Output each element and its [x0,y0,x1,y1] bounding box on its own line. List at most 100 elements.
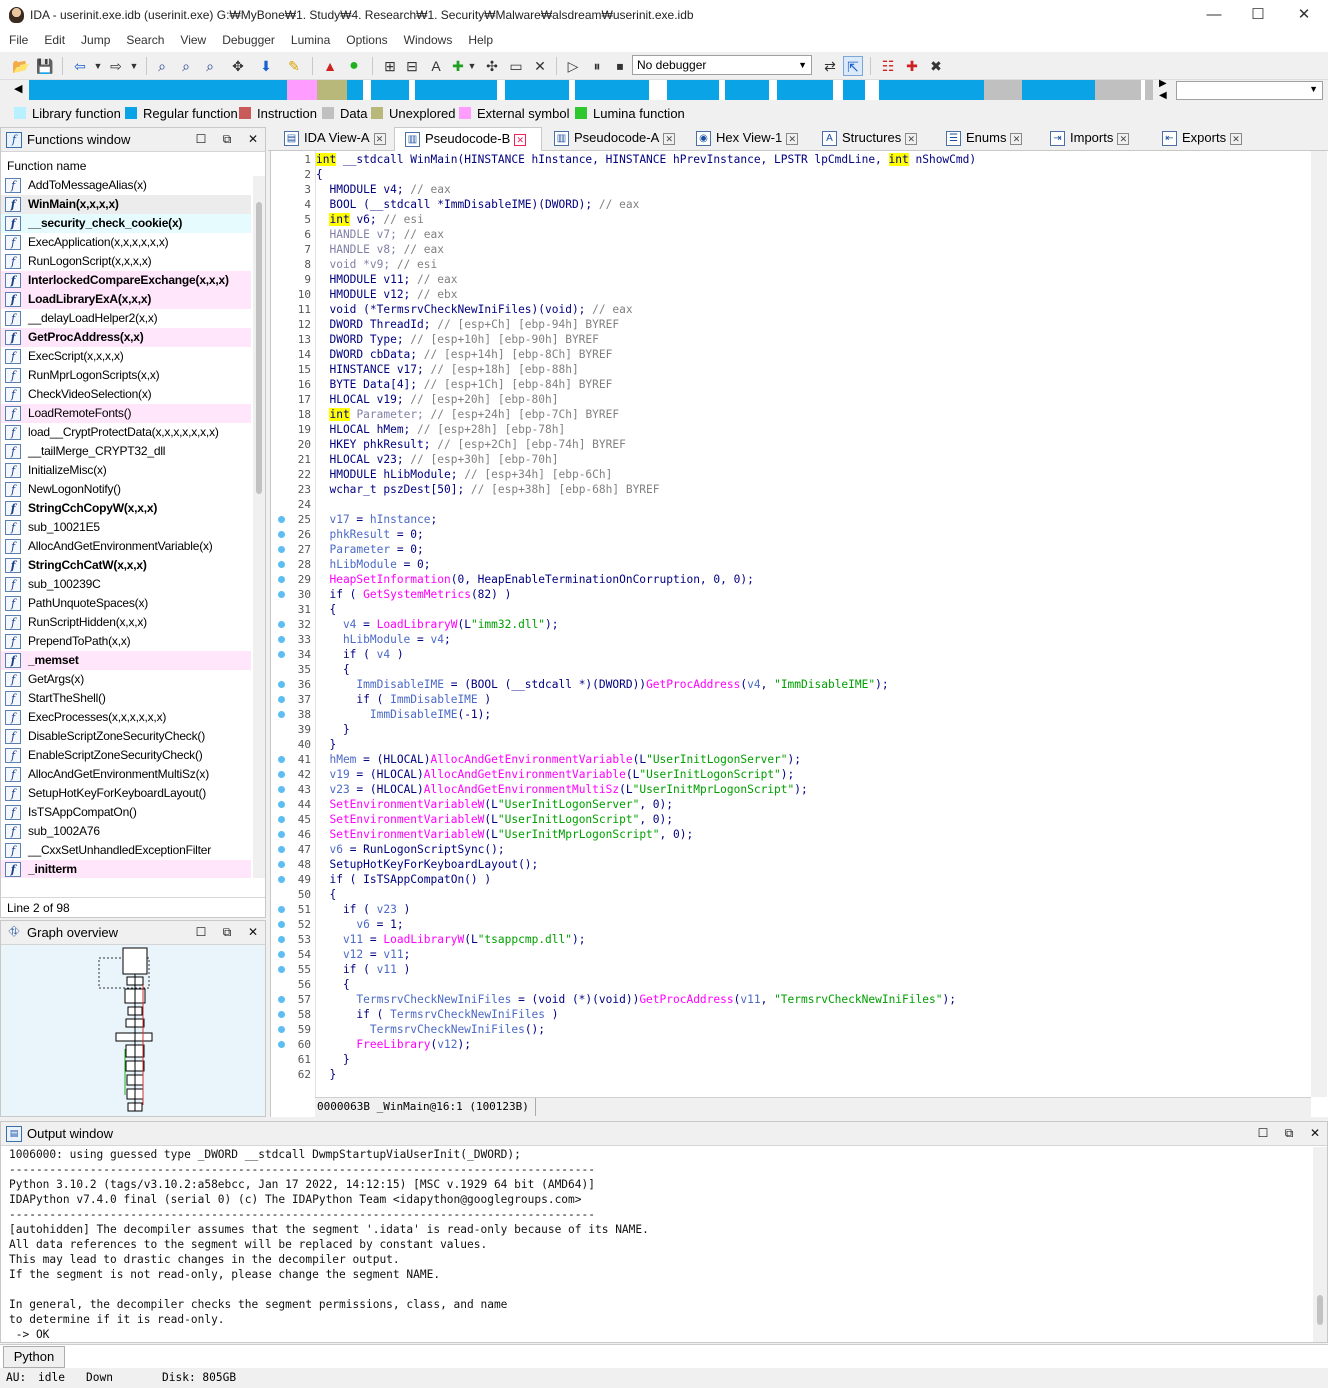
breakpoint-dot-icon[interactable] [278,936,285,943]
breakpoint-dot-icon[interactable] [278,816,285,823]
function-list-item[interactable]: f NewLogonNotify() [1,480,251,499]
breakpoint-dot-icon[interactable] [278,876,285,883]
code-line[interactable]: SetupHotKeyForKeyboardLayout(); [316,857,538,872]
code-line[interactable]: } [316,722,350,737]
close-panel-icon[interactable]: ✕ [1307,1125,1323,1141]
code-line[interactable]: v4 = LoadLibraryW(L"imm32.dll"); [316,617,559,632]
code-line[interactable]: HLOCAL v19; // [esp+20h] [ebp-80h] [316,392,558,407]
list-icon[interactable]: ☷ [878,56,898,76]
open-icon[interactable]: 📂 [11,56,31,76]
code-line[interactable]: { [316,662,350,677]
code-line[interactable]: if ( GetSystemMetrics(82) ) [316,587,511,602]
breakpoint-icon[interactable]: ✚ [902,56,922,76]
function-list-item[interactable]: f StartTheShell() [1,689,251,708]
code-line[interactable]: { [316,977,350,992]
tab-close-icon[interactable]: ✕ [905,133,918,145]
data-icon[interactable]: ⊟ [402,56,422,76]
code-line[interactable]: { [316,887,336,902]
breakpoint-dot-icon[interactable] [278,921,285,928]
code-line[interactable]: int v6; // esi [316,212,424,227]
function-list-item[interactable]: f IsTSAppCompatOn() [1,803,251,822]
float-panel-icon[interactable]: ⧉ [219,131,235,147]
code-line[interactable]: HeapSetInformation(0, HeapEnableTerminat… [316,572,753,587]
breakpoint-dot-icon[interactable] [278,546,285,553]
code-line[interactable]: { [316,167,323,182]
function-list-item[interactable]: f InterlockedCompareExchange(x,x,x) [1,271,251,290]
code-line[interactable]: Parameter = 0; [316,542,423,557]
close-panel-icon[interactable]: ✕ [245,924,261,940]
breakpoint-dot-icon[interactable] [278,651,285,658]
code-icon[interactable]: ⊞ [380,56,400,76]
code-line[interactable]: HMODULE v11; // eax [316,272,457,287]
code-line[interactable]: BOOL (__stdcall *ImmDisableIME)(DWORD); … [316,197,639,212]
function-list-scrollbar[interactable] [253,176,265,878]
code-line[interactable]: if ( v4 ) [316,647,404,662]
function-list-item[interactable]: f GetArgs(x) [1,670,251,689]
code-line[interactable]: phkResult = 0; [316,527,423,542]
menu-lumina[interactable]: Lumina [282,31,337,47]
navigation-strip[interactable] [29,80,1153,100]
function-list-item[interactable]: f WinMain(x,x,x,x) [1,195,251,214]
function-list-item[interactable]: f InitializeMisc(x) [1,461,251,480]
minimize-icon[interactable]: — [1192,4,1236,28]
code-line[interactable]: HANDLE v8; // eax [316,242,444,257]
function-list-item[interactable]: f LoadRemoteFonts() [1,404,251,423]
code-line[interactable]: SetEnvironmentVariableW(L"UserInitLogonS… [316,812,673,827]
pause-icon[interactable]: ⏸ [587,56,607,76]
breakpoint-dot-icon[interactable] [278,831,285,838]
patch-icon[interactable]: ▭ [506,56,526,76]
float-panel-icon[interactable]: ⧉ [1281,1125,1297,1141]
function-list-item[interactable]: f __tailMerge_CRYPT32_dll [1,442,251,461]
breakpoint-dot-icon[interactable] [278,516,285,523]
code-line[interactable]: if ( v11 ) [316,962,410,977]
menu-debugger[interactable]: Debugger [213,31,282,47]
tab-imports[interactable]: ⇥ Imports ✕ [1040,127,1150,151]
tab-exports[interactable]: ⇤ Exports ✕ [1152,127,1246,151]
breakpoint-dot-icon[interactable] [278,576,285,583]
breakpoint-dot-icon[interactable] [278,756,285,763]
function-list-item[interactable]: f _initterm [1,860,251,878]
function-list-item[interactable]: f EnableScriptZoneSecurityCheck() [1,746,251,765]
function-name-column-header[interactable]: Function name [1,156,251,176]
function-list-item[interactable]: f __delayLoadHelper2(x,x) [1,309,251,328]
function-list-item[interactable]: f ExecScript(x,x,x,x) [1,347,251,366]
search-text-icon[interactable]: ⌕ [176,56,196,76]
code-line[interactable]: } [316,1067,336,1082]
function-list-item[interactable]: f DisableScriptZoneSecurityCheck() [1,727,251,746]
forward-dropdown-icon[interactable]: ▼ [124,56,144,76]
menu-options[interactable]: Options [337,31,394,47]
code-line[interactable]: void (*TermsrvCheckNewIniFiles)(void); /… [316,302,632,317]
maximize-panel-icon[interactable]: ☐ [1255,1125,1271,1141]
close-panel-icon[interactable]: ✕ [245,131,261,147]
float-panel-icon[interactable]: ⧉ [219,924,235,940]
menu-help[interactable]: Help [459,31,500,47]
code-line[interactable]: ImmDisableIME = (BOOL (__stdcall *)(DWOR… [316,677,888,692]
close-icon[interactable]: ✕ [1282,4,1326,28]
tab-close-icon[interactable]: ✕ [1117,133,1130,145]
code-line[interactable]: v17 = hInstance; [316,512,437,527]
binoculars-icon[interactable]: ⌕ [152,56,172,76]
tab-close-icon[interactable]: ✕ [786,133,799,145]
code-line[interactable]: wchar_t pszDest[50]; // [esp+38h] [ebp-6… [316,482,659,497]
back-arrow-icon[interactable]: ⇦ [70,56,90,76]
tab-close-icon[interactable]: ✕ [514,134,527,146]
code-line[interactable]: HINSTANCE v17; // [esp+18h] [ebp-88h] [316,362,578,377]
tab-close-icon[interactable]: ✕ [663,133,676,145]
code-line[interactable]: FreeLibrary(v12); [316,1037,471,1052]
menu-search[interactable]: Search [117,31,171,47]
breakpoint-dot-icon[interactable] [278,1011,285,1018]
code-line[interactable]: if ( v23 ) [316,902,410,917]
tools-icon[interactable]: ✖ [926,56,946,76]
python-command-input[interactable] [68,1346,1324,1368]
breakpoint-dot-icon[interactable] [278,531,285,538]
breakpoint-dot-icon[interactable] [278,771,285,778]
breakpoint-dot-icon[interactable] [278,801,285,808]
code-line[interactable]: HMODULE v12; // ebx [316,287,457,302]
menu-view[interactable]: View [171,31,213,47]
undefine-icon[interactable]: ✕ [530,56,550,76]
code-line[interactable]: int __stdcall WinMain(HINSTANCE hInstanc… [316,152,976,167]
function-list-item[interactable]: f ExecApplication(x,x,x,x,x,x) [1,233,251,252]
nav-combo[interactable]: ▼ [1176,81,1323,100]
stop-icon[interactable]: ⏹ [610,56,630,76]
code-line[interactable]: v19 = (HLOCAL)AllocAndGetEnvironmentVari… [316,767,794,782]
